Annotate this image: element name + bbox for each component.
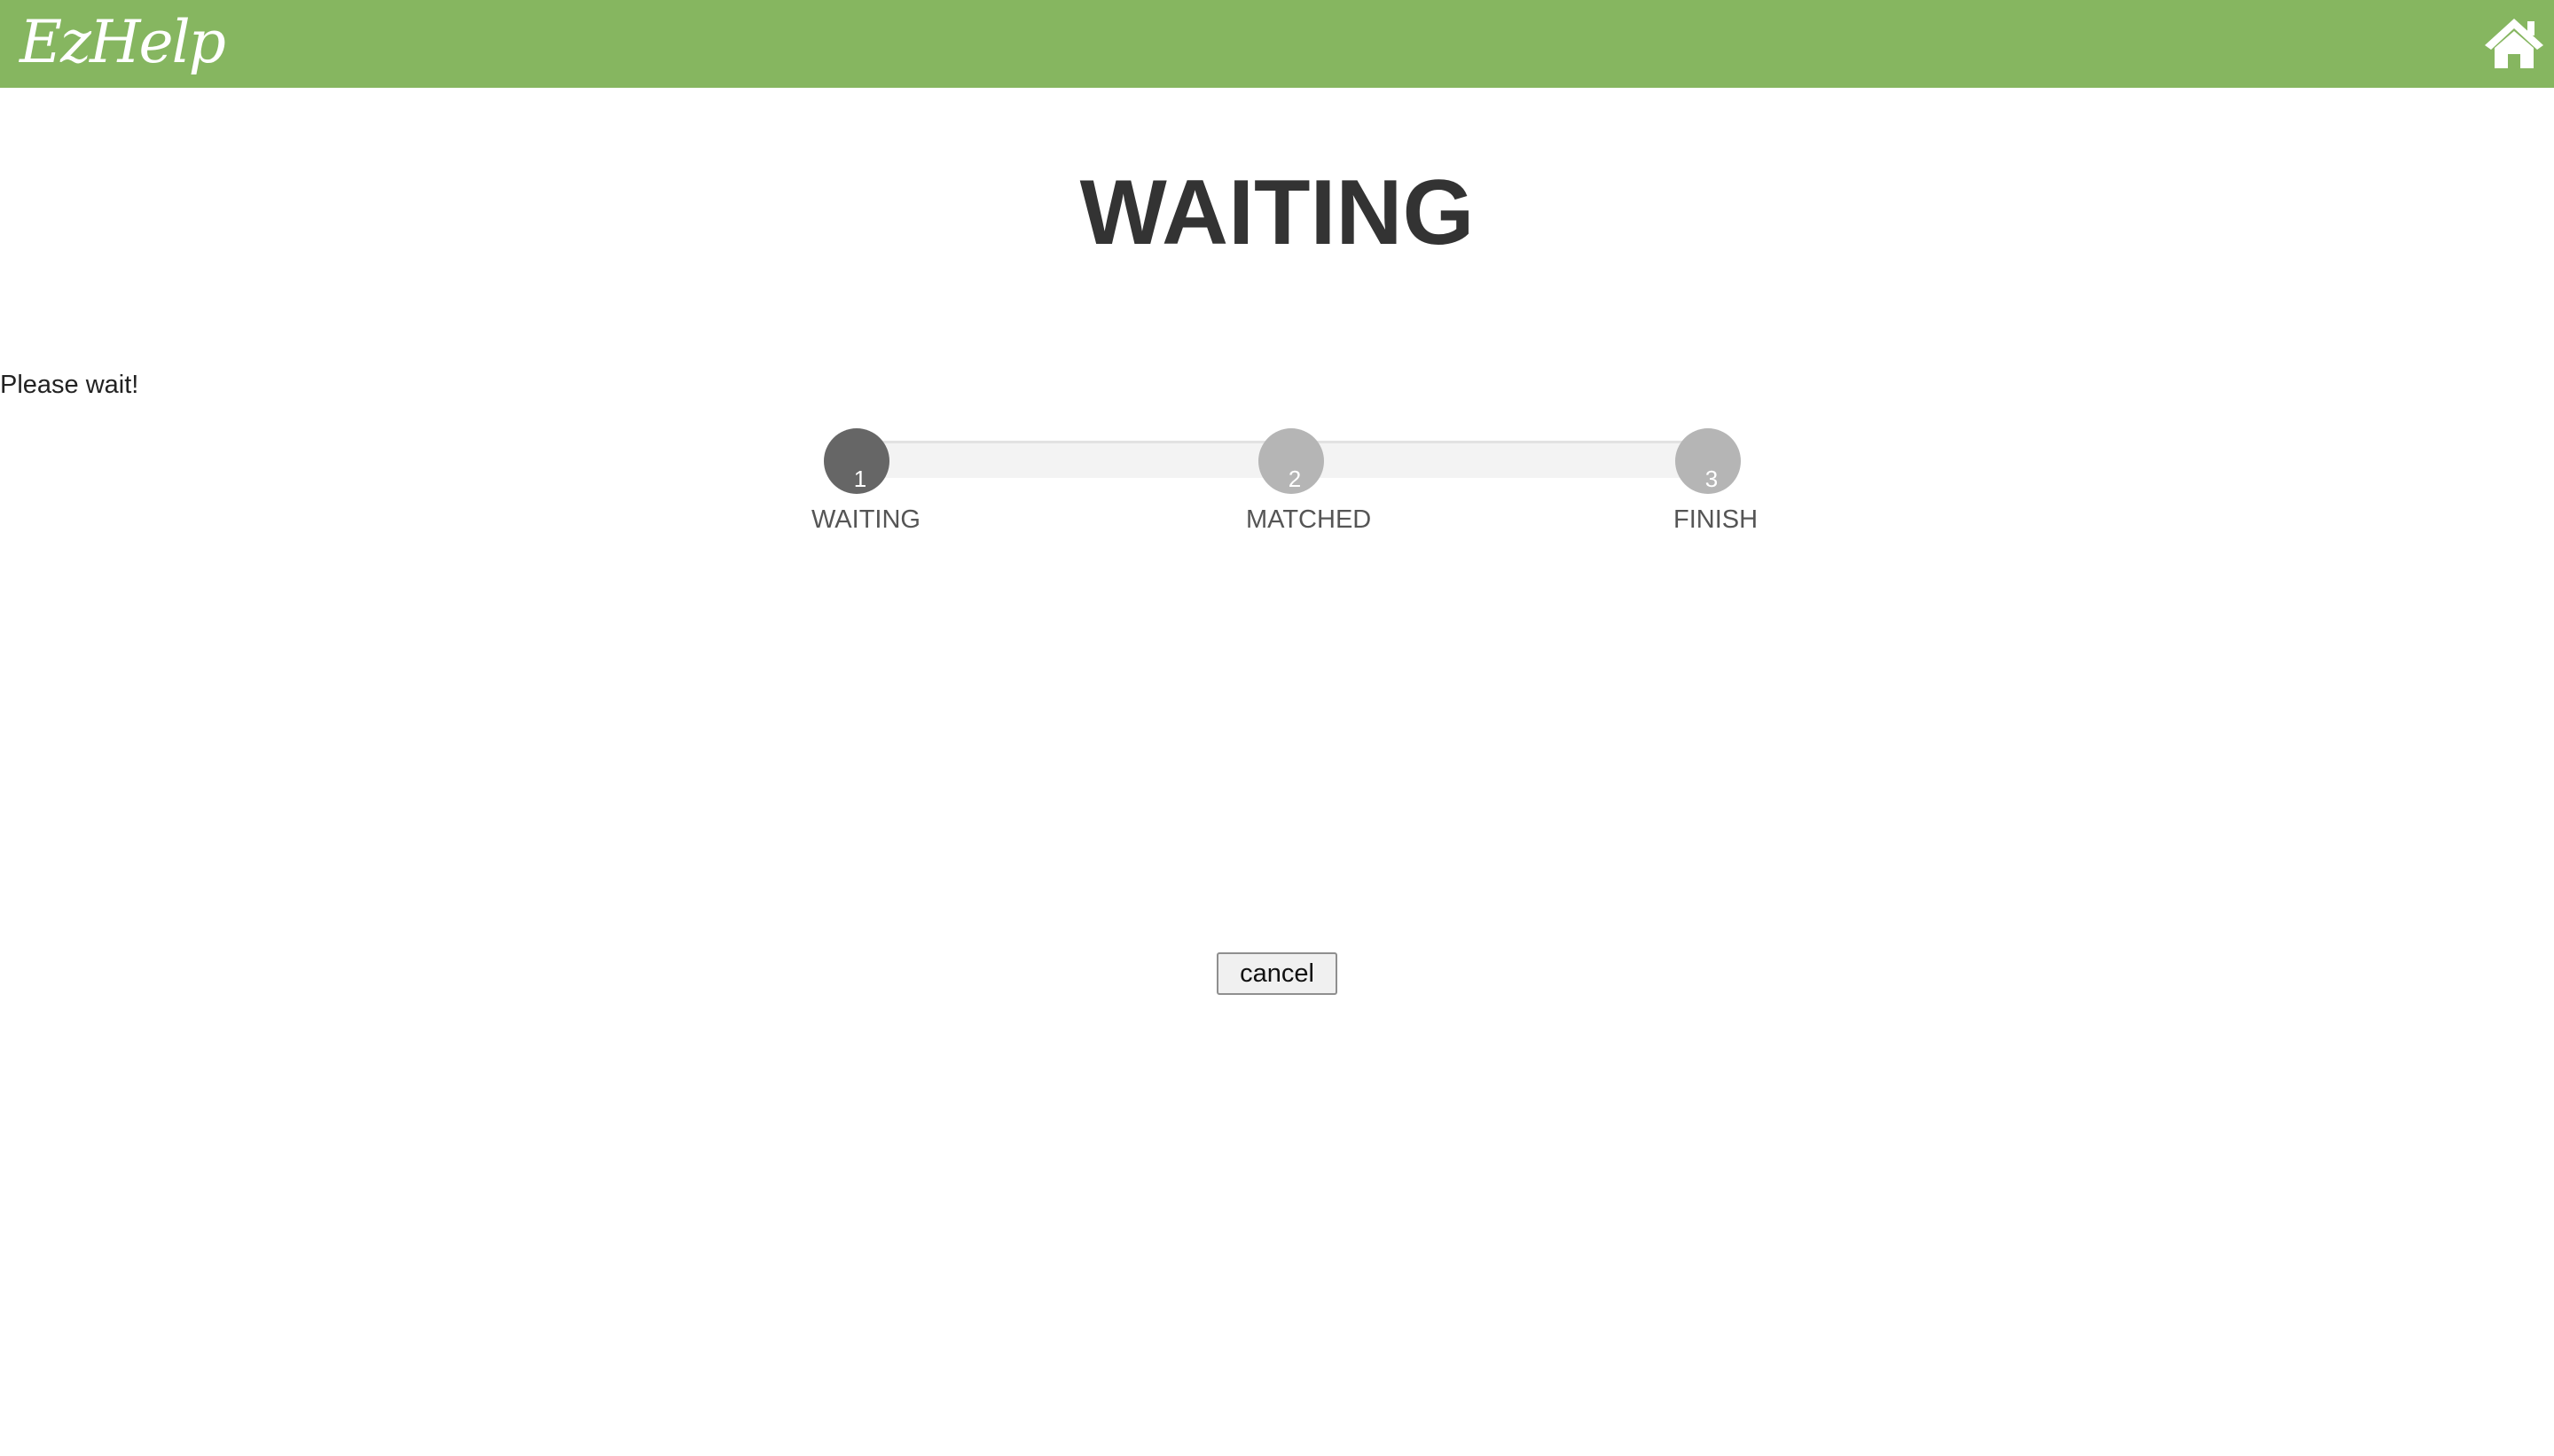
app-logo[interactable]: EzHelp [20,7,226,78]
status-message: Please wait! [0,371,139,399]
step-3-label: FINISH [1673,505,1759,534]
step-1-indicator: 1 [824,428,889,494]
top-nav-bar: EzHelp [0,0,2554,88]
home-icon[interactable] [2483,16,2545,71]
step-3-number: 3 [1704,466,1719,492]
step-2-indicator: 2 [1258,428,1324,494]
step-1-number: 1 [853,466,867,492]
cancel-button[interactable]: cancel [1217,952,1337,995]
step-3-indicator: 3 [1675,428,1741,494]
page-title: WAITING [1079,161,1475,264]
step-2-label: MATCHED [1246,505,1372,534]
step-2-number: 2 [1288,466,1302,492]
step-1-label: WAITING [811,505,921,534]
